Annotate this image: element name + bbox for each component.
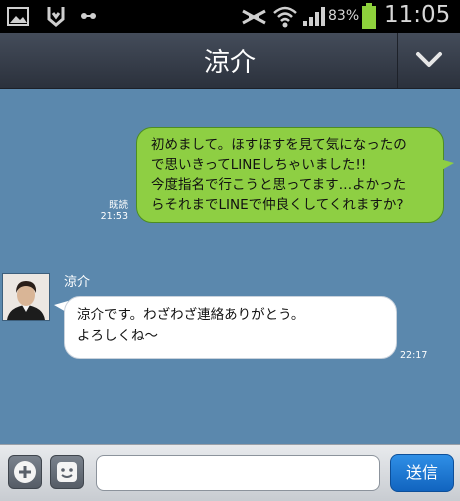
download-icon <box>47 7 65 27</box>
sync-icon <box>81 13 96 19</box>
incoming-message-text: 涼介です。わざわざ連絡ありがとう。 よろしくね～ <box>77 307 305 344</box>
chevron-down-icon <box>416 52 442 67</box>
expand-menu-button[interactable] <box>397 33 460 88</box>
incoming-time: 22:17 <box>400 350 428 361</box>
wifi-icon <box>273 6 297 28</box>
outgoing-message-text: 初めまして。ほすほすを見て気になったの で思いきってLINEしちゃいました!! … <box>151 137 407 213</box>
signal-icon <box>303 7 325 26</box>
battery-percent: 83% <box>328 8 360 24</box>
smiley-icon <box>57 462 77 482</box>
sender-name: 涼介 <box>64 275 91 290</box>
chat-area[interactable]: 既読 21:53 初めまして。ほすほすを見て気になったの で思いきってLINEし… <box>0 89 460 444</box>
status-bar: 83% 11:05 <box>0 0 460 33</box>
outgoing-bubble-tail <box>440 159 454 171</box>
chat-header: 涼介 <box>0 33 460 89</box>
battery-icon <box>362 3 376 29</box>
incoming-message-bubble[interactable]: 涼介です。わざわざ連絡ありがとう。 よろしくね～ <box>64 296 397 359</box>
add-attachment-button[interactable] <box>8 455 42 489</box>
message-input[interactable] <box>96 455 380 491</box>
send-button[interactable]: 送信 <box>390 454 454 492</box>
mute-icon <box>242 9 266 25</box>
plus-icon <box>14 461 36 483</box>
outgoing-message-bubble[interactable]: 初めまして。ほすほすを見て気になったの で思いきってLINEしちゃいました!! … <box>136 127 444 223</box>
clock: 11:05 <box>384 2 451 28</box>
person-avatar-icon <box>3 274 49 320</box>
gallery-icon <box>7 7 29 26</box>
avatar[interactable] <box>2 273 50 321</box>
input-bar: 送信 <box>0 444 460 501</box>
emoticon-button[interactable] <box>50 455 84 489</box>
chat-title: 涼介 <box>203 48 256 78</box>
read-receipt: 既読 <box>108 200 128 211</box>
outgoing-time: 21:53 <box>100 211 128 222</box>
